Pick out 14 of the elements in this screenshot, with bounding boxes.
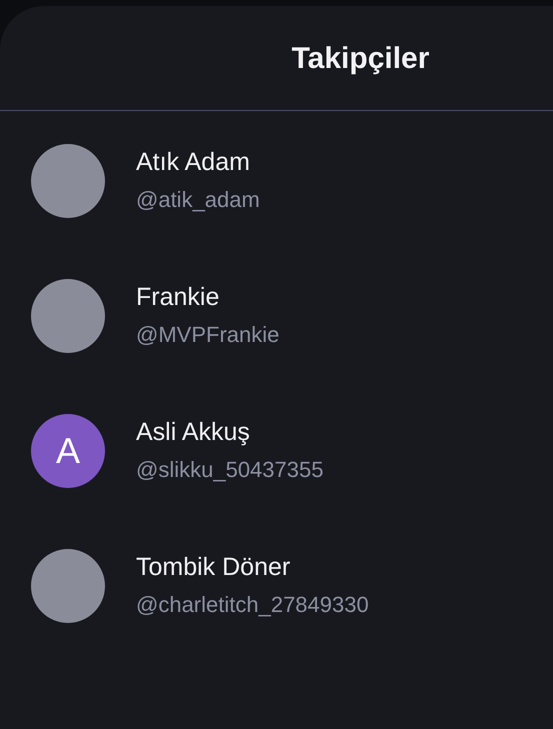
sheet-title: Takipçiler xyxy=(292,40,430,76)
follower-name: Tombik Döner xyxy=(136,552,292,582)
follower-handle: @MVPFrankie xyxy=(136,322,280,349)
follower-row[interactable]: Frankie @MVPFrankie xyxy=(0,248,553,383)
follower-handle: @charletitch_27849330 xyxy=(136,592,369,619)
follower-name: Asli Akkuş xyxy=(136,417,251,448)
follower-name: Frankie xyxy=(136,282,220,312)
avatar-initial: A xyxy=(31,414,105,488)
follower-handle: @atik_adam xyxy=(136,187,260,214)
follower-row[interactable]: A Asli Akkuş @slikku_50437355 xyxy=(0,383,553,518)
follower-row[interactable]: Atık Adam @atik_adam xyxy=(0,113,553,248)
follower-handle: @slikku_50437355 xyxy=(136,457,324,484)
follower-row[interactable]: Tombik Döner @charletitch_27849330 xyxy=(0,518,553,653)
follower-name: Atık Adam xyxy=(136,147,251,178)
